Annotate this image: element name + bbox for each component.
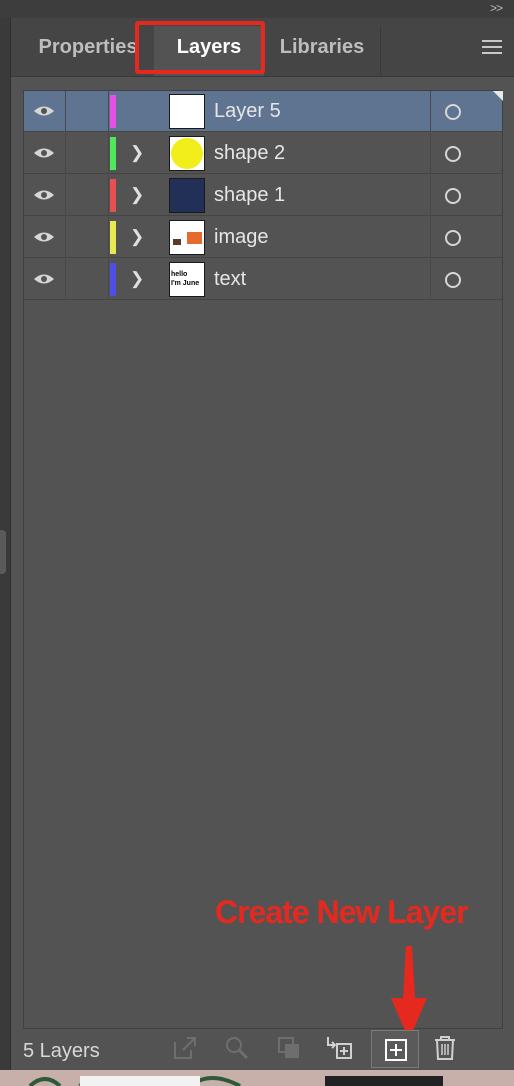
layer-row[interactable]: Layer 5 <box>24 91 503 132</box>
target-cell[interactable] <box>430 259 503 300</box>
chevron-right-icon[interactable]: ❯ <box>130 143 144 163</box>
annotation-label: Create New Layer <box>215 894 469 930</box>
chevron-right-icon[interactable]: ❯ <box>130 269 144 289</box>
layer-row[interactable]: ❯ hello I'm June text <box>24 259 502 300</box>
chevron-right-icon[interactable]: ❯ <box>130 185 144 205</box>
locate-object-icon[interactable] <box>223 1034 251 1062</box>
create-new-layer-icon <box>385 1039 407 1061</box>
layer-color-swatch <box>110 137 116 170</box>
lock-toggle[interactable] <box>66 91 109 132</box>
target-cell[interactable] <box>430 91 503 132</box>
export-icon[interactable] <box>171 1034 199 1062</box>
lock-toggle[interactable] <box>66 259 109 300</box>
tab-libraries[interactable]: Libraries <box>264 26 381 76</box>
panel-tab-bar: Properties Layers Libraries <box>11 18 514 77</box>
make-clipping-mask-icon[interactable] <box>275 1034 303 1062</box>
visibility-toggle[interactable] <box>24 217 66 258</box>
target-circle-icon[interactable] <box>445 272 461 288</box>
gutter-handle[interactable] <box>0 530 6 574</box>
target-cell[interactable] <box>430 217 503 258</box>
eye-icon <box>34 190 54 200</box>
visibility-toggle[interactable] <box>24 133 66 174</box>
layer-name[interactable]: image <box>214 226 268 249</box>
top-strip: >> <box>0 0 514 18</box>
layer-color-swatch <box>110 179 116 212</box>
chevron-right-icon[interactable]: ❯ <box>130 227 144 247</box>
target-cell[interactable] <box>430 133 503 174</box>
layer-row[interactable]: ❯ shape 1 <box>24 175 502 216</box>
layer-list: Layer 5 ❯ shape 2 ❯ shape 1 ❯ image ❯ hello I'm J… <box>23 90 503 1029</box>
eye-icon <box>34 274 54 284</box>
create-new-layer-button[interactable] <box>371 1030 419 1068</box>
canvas-peek <box>0 1070 514 1086</box>
panel-footer: 5 Layers <box>11 1026 514 1070</box>
visibility-toggle[interactable] <box>24 175 66 216</box>
visibility-toggle[interactable] <box>24 259 66 300</box>
layer-name[interactable]: text <box>214 268 246 291</box>
target-circle-icon[interactable] <box>445 230 461 246</box>
left-gutter <box>0 18 11 1070</box>
layer-thumbnail <box>169 220 205 255</box>
target-cell[interactable] <box>430 175 503 216</box>
selection-corner-icon <box>493 91 503 101</box>
layer-row[interactable]: ❯ shape 2 <box>24 133 502 174</box>
lock-toggle[interactable] <box>66 175 109 216</box>
eye-icon <box>34 232 54 242</box>
target-circle-icon[interactable] <box>445 104 461 120</box>
layer-thumbnail <box>169 178 205 213</box>
layer-color-swatch <box>110 221 116 254</box>
eye-icon <box>34 148 54 158</box>
panel-menu-icon[interactable] <box>482 40 502 56</box>
lock-toggle[interactable] <box>66 133 109 174</box>
layers-panel: Properties Layers Libraries Layer 5 ❯ shap… <box>11 18 514 1070</box>
layer-color-swatch <box>110 95 116 128</box>
layer-thumbnail: hello I'm June <box>169 262 205 297</box>
layer-color-swatch <box>110 263 116 296</box>
layer-count: 5 Layers <box>23 1040 100 1062</box>
target-circle-icon[interactable] <box>445 146 461 162</box>
delete-icon[interactable] <box>431 1034 459 1062</box>
thumb-text-line2: I'm June <box>171 280 200 287</box>
visibility-toggle[interactable] <box>24 91 66 132</box>
layer-thumbnail <box>169 94 205 129</box>
move-to-layer-icon[interactable] <box>325 1034 353 1062</box>
collapse-panel-icon[interactable]: >> <box>490 1 503 15</box>
layer-thumbnail <box>169 136 205 171</box>
thumb-text-line1: hello <box>171 271 188 278</box>
tab-properties[interactable]: Properties <box>23 26 153 76</box>
eye-icon <box>34 106 54 116</box>
layer-name[interactable]: Layer 5 <box>214 100 281 123</box>
tab-layers[interactable]: Layers <box>154 26 264 76</box>
layer-name[interactable]: shape 2 <box>214 142 285 165</box>
layer-row[interactable]: ❯ image <box>24 217 502 258</box>
lock-toggle[interactable] <box>66 217 109 258</box>
target-circle-icon[interactable] <box>445 188 461 204</box>
layer-name[interactable]: shape 1 <box>214 184 285 207</box>
